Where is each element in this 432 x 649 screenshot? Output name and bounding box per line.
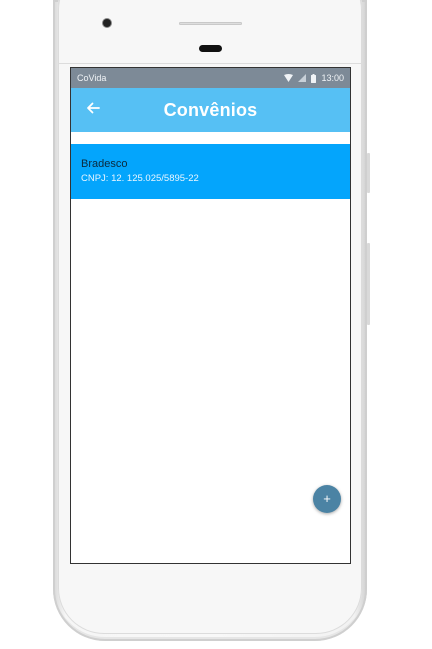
device-face-top <box>58 0 362 64</box>
arrow-left-icon <box>86 101 100 119</box>
signal-icon <box>298 74 307 82</box>
back-button[interactable] <box>83 100 103 120</box>
plus-icon: + <box>323 491 331 506</box>
list-item-name: Bradesco <box>81 158 128 170</box>
volume-button <box>367 243 370 325</box>
status-bar: CoVida 13:00 <box>71 68 350 88</box>
page-title: Convênios <box>163 99 258 120</box>
power-button <box>367 153 370 193</box>
battery-icon <box>311 73 317 83</box>
clock: 13:00 <box>321 73 344 83</box>
speaker-grille <box>179 22 242 25</box>
insurance-list: Bradesco CNPJ: 12. 125.025/5895-22 <box>71 144 350 199</box>
device-frame: CoVida 13:00 Convênios Bradesco CNPJ: 12… <box>0 0 432 649</box>
front-camera <box>103 19 111 27</box>
status-icons: 13:00 <box>284 73 344 83</box>
carrier-label: CoVida <box>77 73 107 83</box>
app-screen: CoVida 13:00 Convênios Bradesco CNPJ: 12… <box>70 67 351 564</box>
list-item-cnpj: CNPJ: 12. 125.025/5895-22 <box>81 173 199 184</box>
app-bar: Convênios <box>71 88 350 132</box>
wifi-icon <box>284 74 294 82</box>
list-item[interactable]: Bradesco CNPJ: 12. 125.025/5895-22 <box>71 144 350 199</box>
add-button[interactable]: + <box>313 485 341 513</box>
earpiece <box>199 45 222 52</box>
